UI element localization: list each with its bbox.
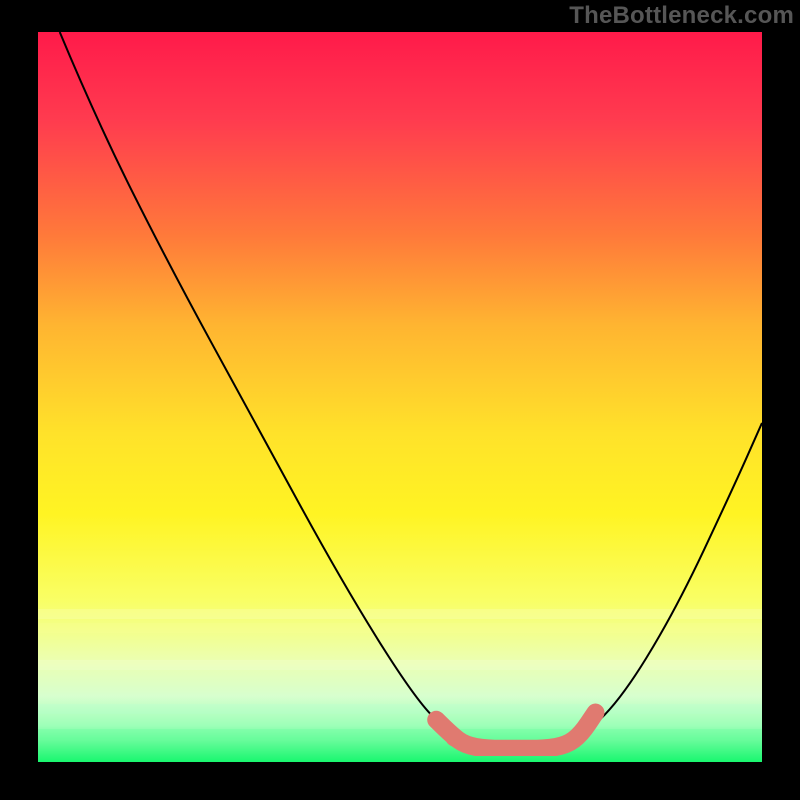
chart-container: TheBottleneck.com <box>0 0 800 800</box>
watermark-text: TheBottleneck.com <box>569 2 794 30</box>
bottleneck-curve <box>60 32 762 749</box>
curve-svg <box>38 32 762 756</box>
plot-area <box>38 32 762 762</box>
marker-dot <box>428 711 445 728</box>
marker-dot <box>446 729 463 746</box>
